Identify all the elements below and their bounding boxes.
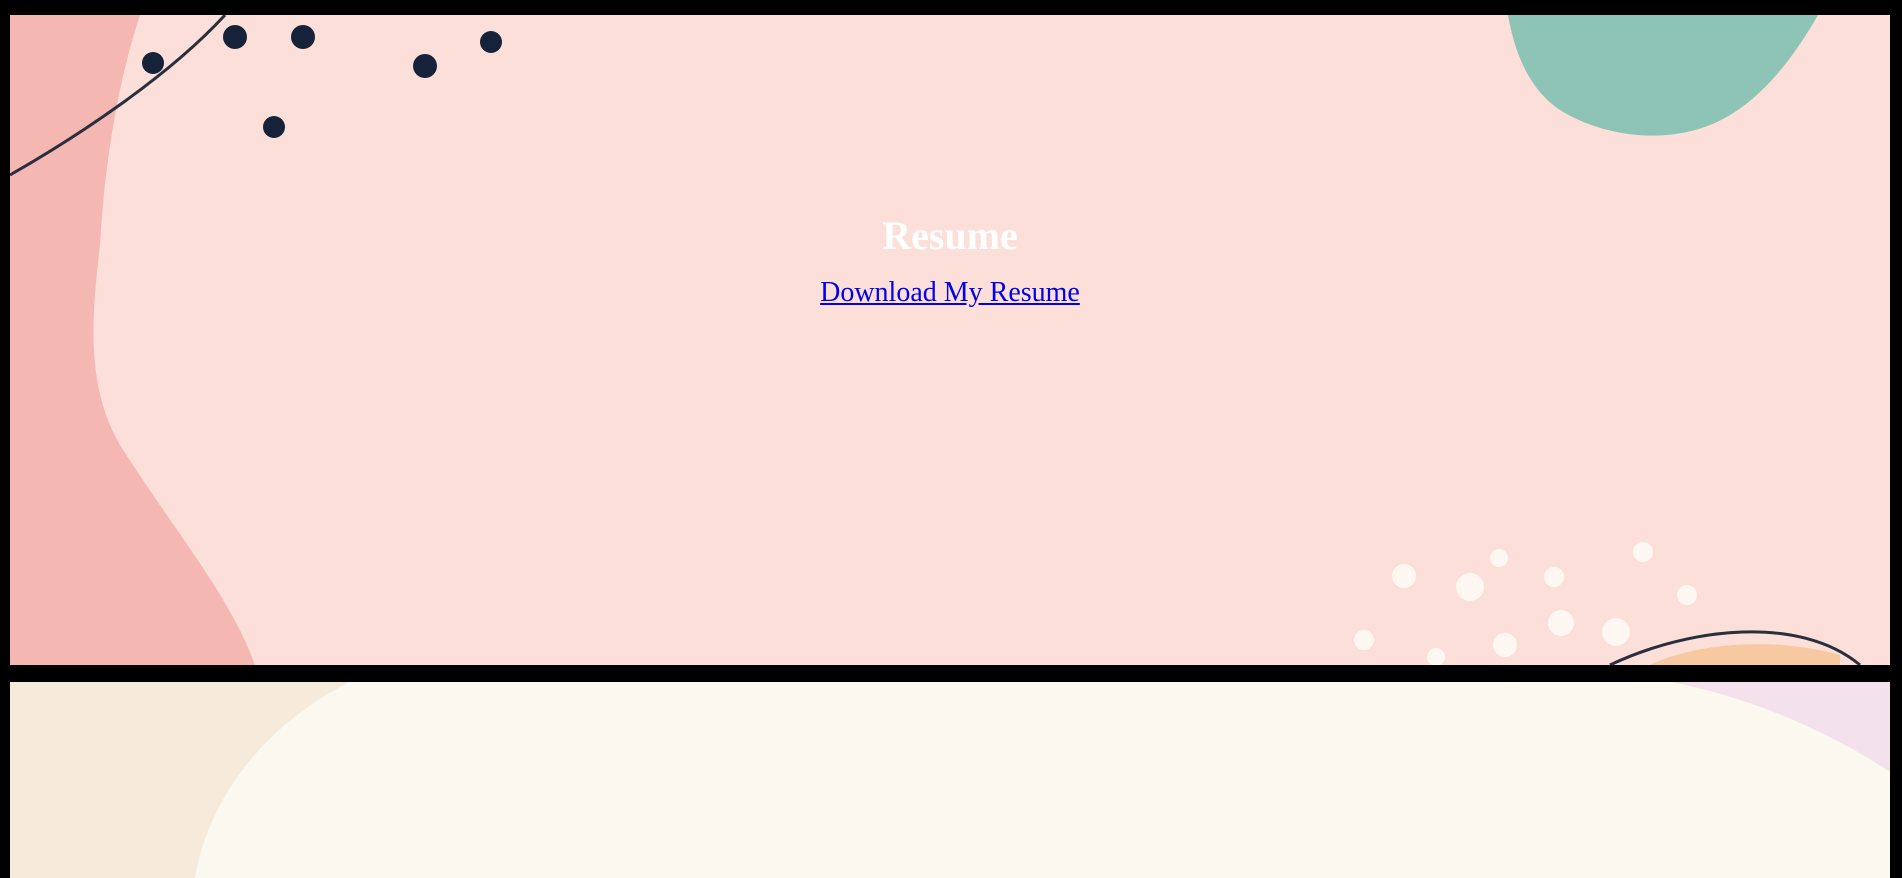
next-section-background-decoration (10, 682, 1890, 878)
left-pink-blob (10, 15, 255, 665)
center-cream-oval (195, 682, 1890, 878)
bottom-right-white-dots (1354, 542, 1697, 665)
download-resume-container: Download My Resume (10, 276, 1890, 310)
bottom-right-orange-blob (1650, 644, 1840, 665)
resume-background-decoration (10, 15, 1861, 665)
page: Resume Download My Resume (0, 0, 1902, 878)
download-resume-link[interactable]: Download My Resume (820, 277, 1080, 308)
resume-title: Resume (882, 213, 1018, 258)
next-section (10, 682, 1890, 878)
top-right-teal-blob (1508, 15, 1818, 136)
resume-section: Resume Download My Resume (10, 15, 1890, 665)
